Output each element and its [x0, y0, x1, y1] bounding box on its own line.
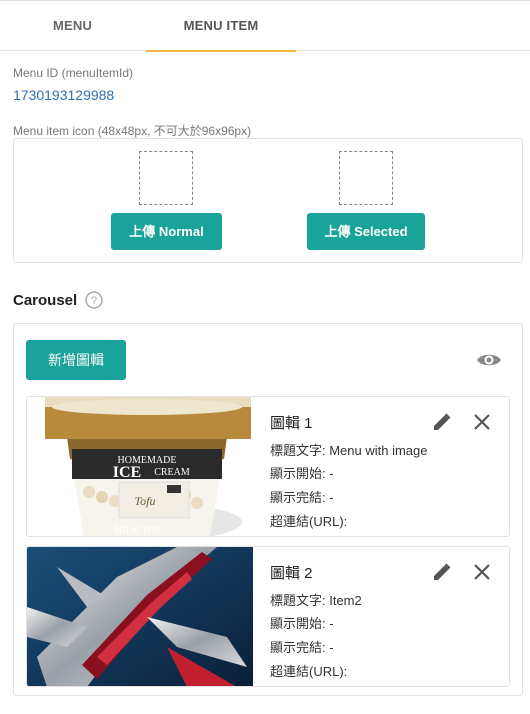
close-icon[interactable] — [471, 561, 493, 583]
carousel-item-card: HOMEMADE ICE CREAM Tofu MILK TOP 圖輯 1 標題… — [26, 396, 510, 537]
menu-id-label: Menu ID (menuItemId) — [13, 66, 134, 80]
album-start: 顯示開始: - — [270, 616, 334, 631]
tab-menu-item-label: MENU ITEM — [183, 18, 259, 33]
image-text-sub: CREAM — [154, 467, 190, 478]
menu-icon-label: Menu item icon (48x48px, 不可大於96x96px) — [13, 124, 252, 138]
carousel-title: Carousel — [13, 292, 78, 309]
upload-normal-button[interactable]: 上傳 Normal — [111, 213, 222, 250]
image-text-main: ICE — [113, 464, 141, 481]
menu-icon-panel — [13, 138, 523, 263]
album-start: 顯示開始: - — [270, 466, 334, 481]
album-url: 超連結(URL): — [270, 664, 348, 679]
active-tab-indicator — [146, 50, 296, 52]
album-caption: 標題文字: Menu with image — [270, 443, 428, 458]
help-icon[interactable]: ? — [85, 291, 103, 309]
album-url: 超連結(URL): — [270, 514, 348, 529]
add-album-button[interactable]: 新增圖輯 — [26, 340, 126, 380]
image-text-base: MILK TOP — [114, 525, 161, 536]
edit-icon[interactable] — [431, 411, 453, 433]
menu-id-value: 1730193129988 — [13, 87, 115, 103]
eye-icon[interactable] — [476, 349, 502, 371]
edit-icon[interactable] — [431, 561, 453, 583]
tab-menu-item[interactable]: MENU ITEM — [146, 1, 296, 52]
image-text-flavor: Tofu — [135, 494, 156, 508]
album-caption: 標題文字: Item2 — [270, 593, 362, 608]
album-end: 顯示完結: - — [270, 490, 334, 505]
upload-selected-button[interactable]: 上傳 Selected — [307, 213, 425, 250]
album-end: 顯示完結: - — [270, 640, 334, 655]
svg-text:?: ? — [91, 295, 97, 307]
close-icon[interactable] — [471, 411, 493, 433]
tab-bar: MENU MENU ITEM — [0, 0, 530, 52]
ice-cream-cup-image: HOMEMADE ICE CREAM Tofu MILK TOP — [27, 397, 253, 536]
carousel-item-card: 圖輯 2 標題文字: Item2 顯示開始: - 顯示完結: - 超連結(URL… — [26, 546, 510, 687]
metallic-red-artwork-image — [27, 547, 253, 686]
normal-icon-placeholder — [139, 151, 193, 205]
tab-menu[interactable]: MENU — [0, 1, 145, 51]
selected-icon-placeholder — [339, 151, 393, 205]
album-title: 圖輯 2 — [270, 565, 313, 582]
album-title: 圖輯 1 — [270, 415, 313, 432]
